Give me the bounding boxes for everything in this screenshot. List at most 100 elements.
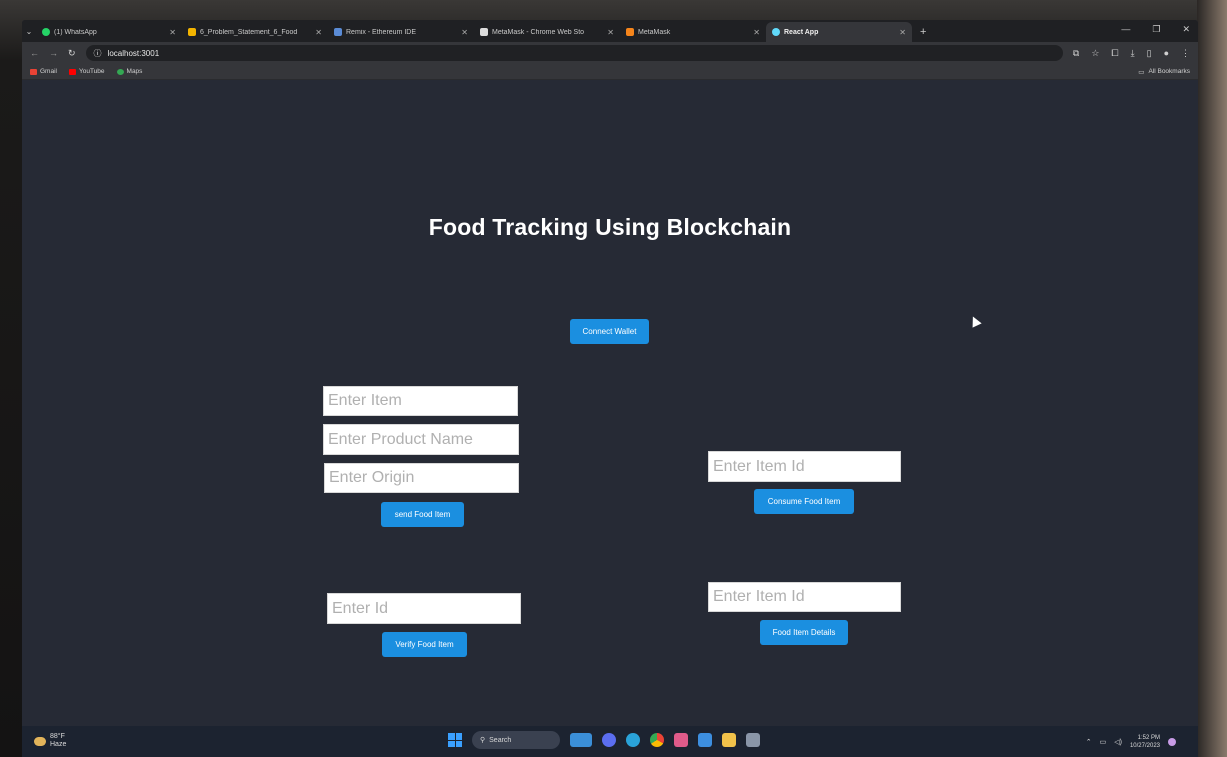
close-icon[interactable]: ✕ [753, 28, 760, 37]
browser-toolbar: ← → ↻ ⓘ localhost:3001 ⧉ ☆ ⧠ ⤓ ▯ ● ⋮ [22, 42, 1198, 64]
info-icon[interactable]: ⓘ [94, 48, 102, 59]
tab-problem-statement[interactable]: 6_Problem_Statement_6_Food ✕ [182, 22, 328, 42]
verify-food-item-button[interactable]: Verify Food Item [382, 632, 467, 657]
tab-strip: ⌄ (1) WhatsApp ✕ 6_Problem_Statement_6_F… [22, 20, 1198, 42]
screen: ⌄ (1) WhatsApp ✕ 6_Problem_Statement_6_F… [22, 20, 1198, 757]
reload-icon[interactable]: ↻ [68, 48, 76, 59]
clock-time: 1:52 PM [1137, 735, 1160, 741]
weather-temp: 88°F [50, 733, 65, 740]
weather-widget[interactable]: 88°F Haze [34, 733, 66, 749]
close-icon[interactable]: ✕ [169, 28, 176, 37]
tab-label: React App [784, 28, 819, 36]
close-icon[interactable]: ✕ [461, 28, 468, 37]
product-name-input[interactable] [323, 424, 519, 455]
tab-label: MetaMask - Chrome Web Sto [492, 28, 585, 36]
youtube-icon [68, 68, 76, 75]
terminal-icon[interactable] [746, 733, 760, 747]
restore-icon[interactable]: ❐ [1152, 24, 1160, 35]
react-app-page: Food Tracking Using Blockchain Connect W… [22, 80, 1198, 726]
all-bookmarks-label: All Bookmarks [1148, 68, 1190, 75]
tab-search-icon[interactable]: ⌄ [22, 20, 36, 42]
drive-icon [188, 28, 196, 36]
chevron-up-icon[interactable]: ⌃ [1086, 738, 1092, 746]
clock[interactable]: 1:52 PM 10/27/2023 [1130, 734, 1160, 750]
windows-taskbar: 88°F Haze ⚲ Search ⌃ ▭ ◁) 1:52 PM 10/27/… [22, 726, 1198, 757]
item-input[interactable] [323, 386, 518, 416]
taskbar-apps: ⚲ Search [448, 731, 760, 749]
close-icon[interactable]: ✕ [315, 28, 322, 37]
tab-label: 6_Problem_Statement_6_Food [200, 28, 298, 36]
tab-react-app[interactable]: React App ✕ [766, 22, 912, 42]
bookmark-youtube[interactable]: YouTube [68, 68, 105, 75]
react-icon [772, 28, 780, 36]
forward-icon[interactable]: → [49, 48, 58, 58]
network-icon[interactable]: ▭ [1100, 738, 1107, 746]
bookmark-maps[interactable]: Maps [116, 68, 143, 75]
chat-icon[interactable] [602, 733, 616, 747]
address-bar[interactable]: ⓘ localhost:3001 [85, 45, 1063, 61]
send-food-item-button[interactable]: send Food Item [381, 502, 464, 527]
bookmark-label: Maps [126, 68, 143, 75]
download-icon[interactable]: ⤓ [1131, 48, 1135, 59]
tab-label: MetaMask [638, 28, 671, 36]
weather-text: 88°F Haze [50, 733, 66, 749]
gmail-icon [30, 68, 37, 75]
store-icon[interactable] [674, 733, 688, 747]
chrome-icon[interactable] [650, 733, 664, 747]
tab-remix[interactable]: Remix - Ethereum IDE ✕ [328, 22, 474, 42]
widgets-icon[interactable] [570, 733, 592, 747]
tab-webstore[interactable]: MetaMask - Chrome Web Sto ✕ [474, 22, 620, 42]
consume-food-item-button[interactable]: Consume Food Item [754, 489, 854, 514]
remix-icon [334, 28, 342, 36]
back-icon[interactable]: ← [30, 48, 39, 58]
connect-wallet-button[interactable]: Connect Wallet [570, 319, 649, 344]
close-window-icon[interactable]: ✕ [1182, 24, 1190, 35]
extensions-icon[interactable]: ⧠ [1111, 48, 1118, 59]
weather-desc: Haze [50, 741, 67, 748]
food-item-details-button[interactable]: Food Item Details [760, 620, 848, 645]
window-controls: — ❐ ✕ [1121, 24, 1190, 35]
mouse-cursor-icon [968, 314, 982, 328]
webstore-icon [480, 28, 488, 36]
start-icon[interactable] [448, 733, 462, 747]
verify-id-input[interactable] [327, 593, 521, 624]
minimize-icon[interactable]: — [1121, 24, 1130, 35]
search-label: Search [489, 736, 512, 744]
translate-icon[interactable]: ⧉ [1073, 48, 1079, 59]
page-title: Food Tracking Using Blockchain [428, 214, 792, 240]
haze-icon [34, 736, 46, 746]
tab-metamask[interactable]: MetaMask ✕ [620, 22, 766, 42]
tab-label: Remix - Ethereum IDE [346, 28, 417, 36]
notification-icon[interactable] [1168, 738, 1176, 746]
consume-item-id-input[interactable] [708, 451, 901, 482]
toolbar-icons: ⧉ ☆ ⧠ ⤓ ▯ ● ⋮ [1073, 48, 1190, 59]
close-icon[interactable]: ✕ [899, 28, 906, 37]
all-bookmarks[interactable]: ▭ All Bookmarks [1138, 68, 1190, 76]
close-icon[interactable]: ✕ [607, 28, 614, 37]
maps-icon [116, 68, 124, 75]
metamask-icon [626, 28, 634, 36]
system-tray: ⌃ ▭ ◁) 1:52 PM 10/27/2023 [1086, 734, 1176, 750]
bookmark-gmail[interactable]: Gmail [30, 68, 57, 75]
vscode-icon[interactable] [698, 733, 712, 747]
bookmark-label: YouTube [78, 68, 105, 75]
details-item-id-input[interactable] [708, 582, 901, 612]
new-tab-button[interactable]: + [912, 22, 934, 42]
edge-icon[interactable] [626, 733, 640, 747]
sidepanel-icon[interactable]: ▯ [1147, 48, 1152, 59]
bookmarks-bar: Gmail YouTube Maps ▭ All Bookmarks [22, 64, 1198, 80]
volume-icon[interactable]: ◁) [1114, 738, 1122, 746]
file-explorer-icon[interactable] [722, 733, 736, 747]
bookmark-star-icon[interactable]: ☆ [1091, 48, 1099, 59]
bookmark-label: Gmail [40, 68, 57, 75]
folder-icon: ▭ [1138, 68, 1145, 76]
taskbar-search[interactable]: ⚲ Search [472, 731, 560, 749]
tab-label: (1) WhatsApp [54, 28, 97, 36]
menu-icon[interactable]: ⋮ [1181, 48, 1190, 59]
tab-whatsapp[interactable]: (1) WhatsApp ✕ [36, 22, 182, 42]
whatsapp-icon [42, 28, 50, 36]
profile-icon[interactable]: ● [1164, 48, 1169, 59]
background-wall [1197, 0, 1227, 757]
origin-input[interactable] [324, 463, 519, 493]
search-icon: ⚲ [480, 737, 486, 744]
